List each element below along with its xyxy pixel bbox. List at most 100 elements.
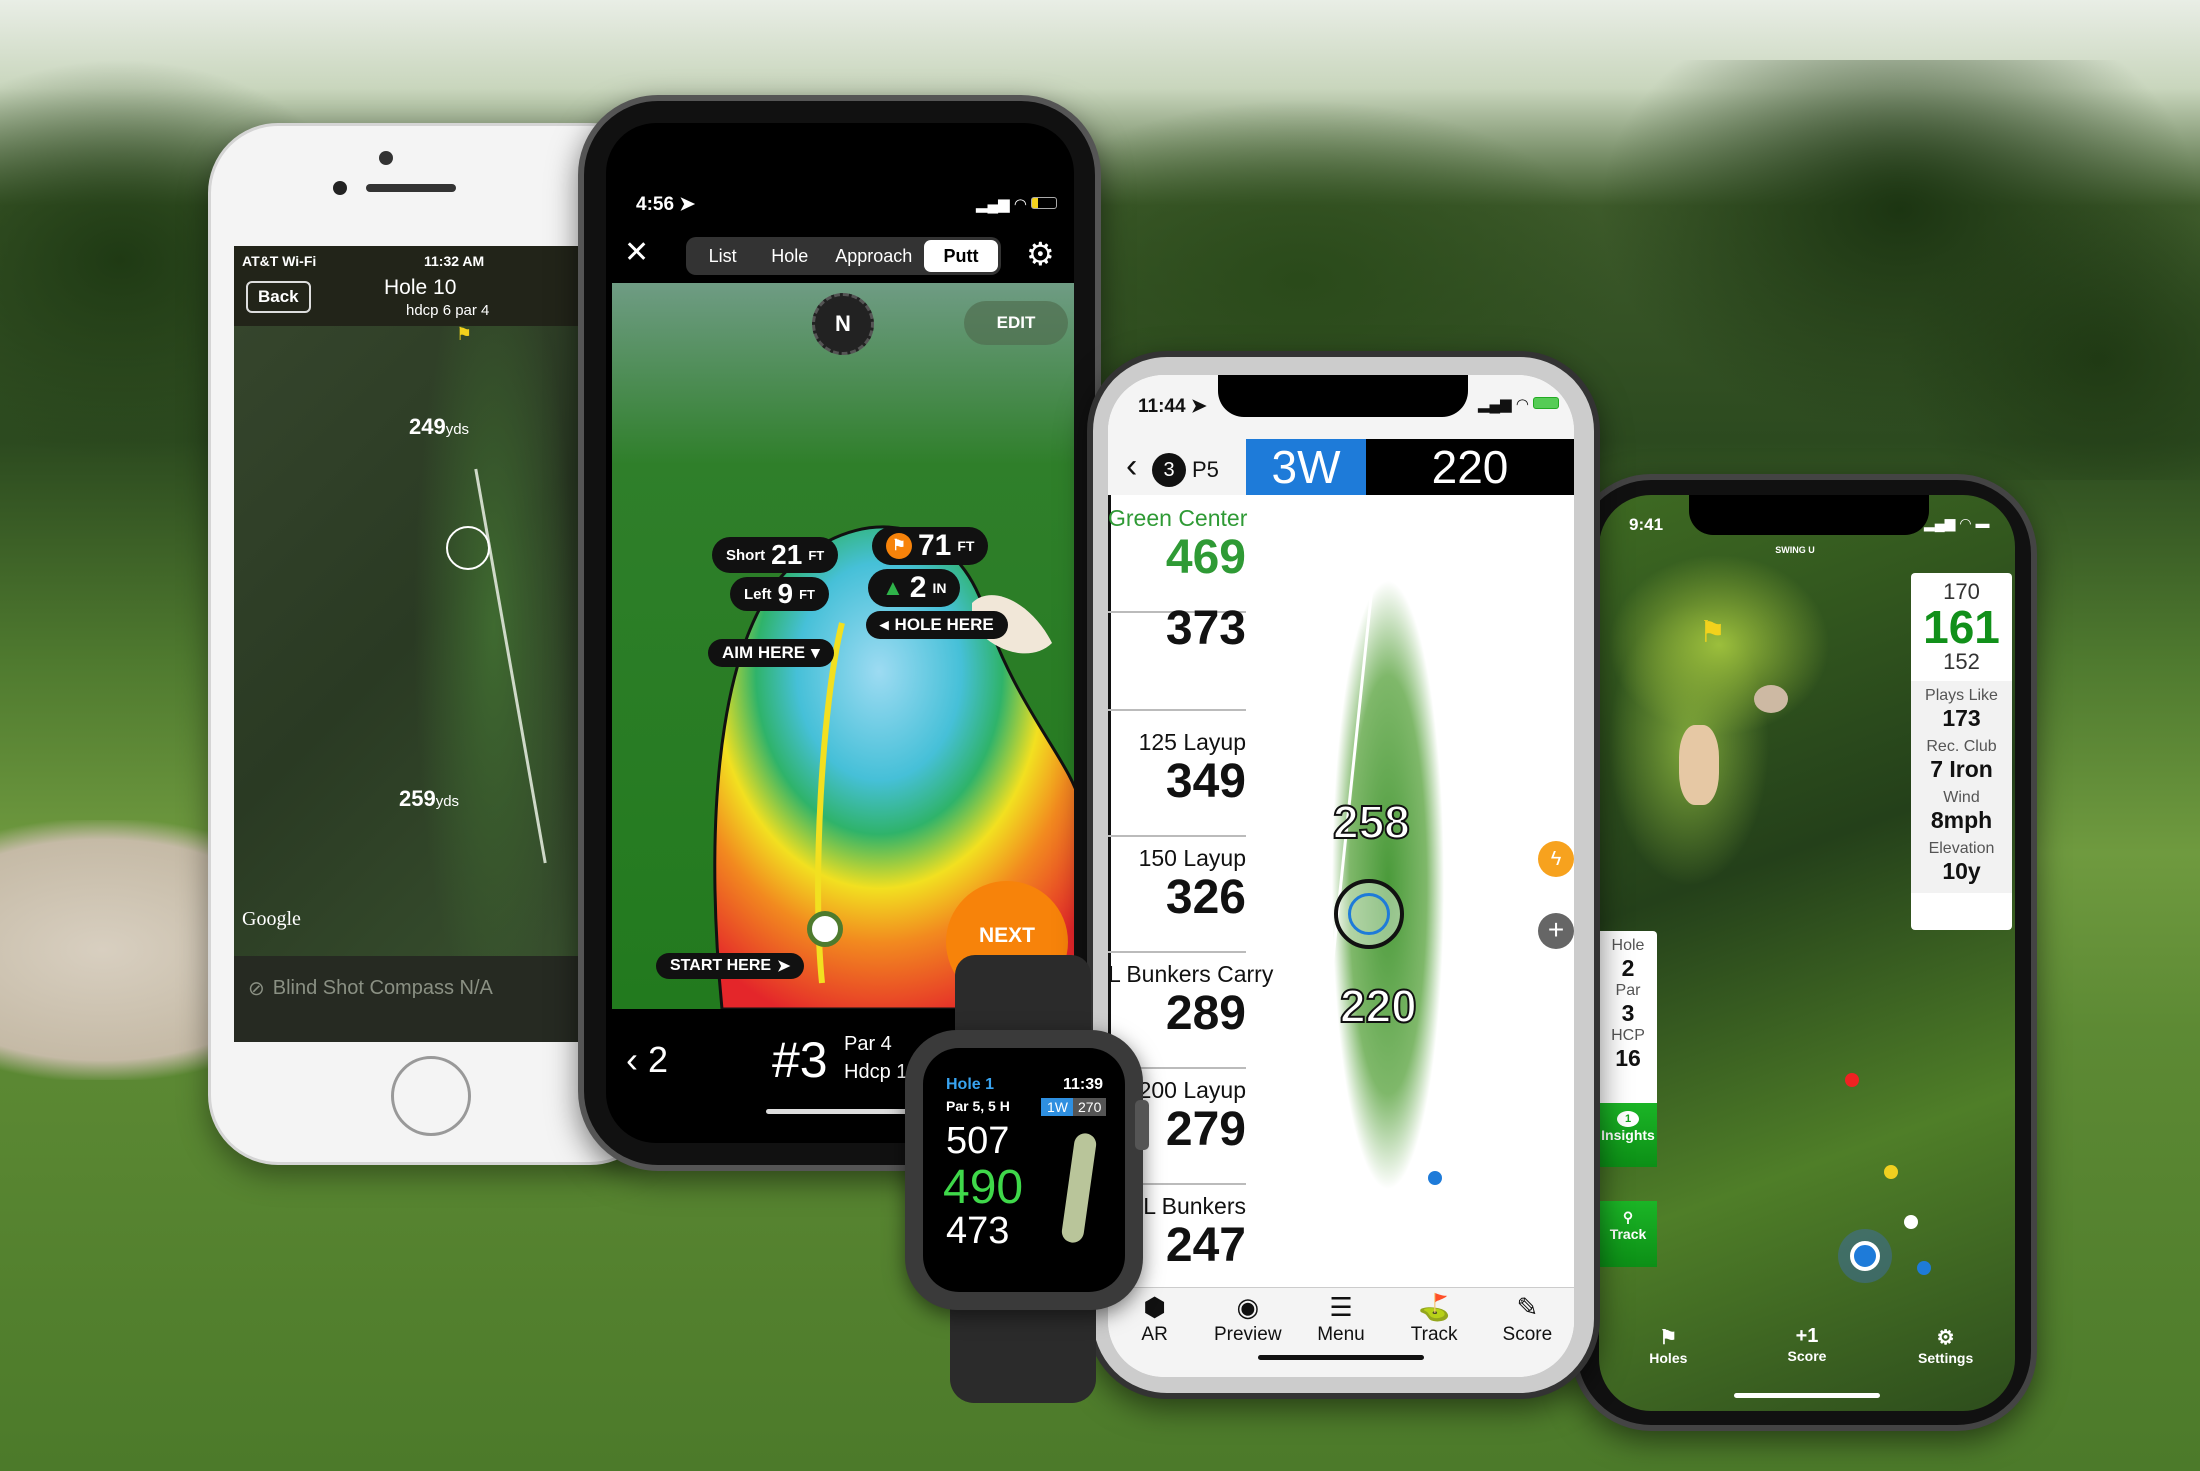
close-icon[interactable]: ✕ [624, 235, 649, 270]
distance-value: 373 [1165, 602, 1246, 655]
arrow-left-icon: ◂ [880, 615, 889, 634]
lightning-icon[interactable]: ϟ [1538, 841, 1574, 877]
bottom-tab-bar: ⬢ AR ◉ Preview ☰ Menu ⛳ Track ✎ Score [1108, 1287, 1574, 1377]
tab-score[interactable]: ✎ Score [1481, 1292, 1573, 1377]
center-distance: 161 [1923, 601, 2000, 653]
hole-title: Hole 10 [384, 276, 457, 299]
cube-icon: ⬢ [1143, 1292, 1166, 1322]
prev-hole-button[interactable]: ‹ 2 [626, 1039, 668, 1081]
map-distance-label: 220 [1339, 979, 1418, 1033]
wind-value: 8mph [1930, 807, 1993, 833]
watch-hole: Hole 1 [946, 1076, 995, 1093]
tab-list[interactable]: List [689, 246, 756, 267]
unit: FT [799, 586, 815, 602]
unit: IN [932, 580, 947, 596]
putt-green-map[interactable]: N EDIT ⚑ 71 FT ▲ 2 IN Short 21 FT Left 9 FT ◂ HOL… [612, 283, 1074, 1009]
hcp-value: 16 [1615, 1045, 1641, 1071]
compass-icon: ⊘ [248, 978, 265, 1000]
edit-button[interactable]: EDIT [964, 301, 1068, 345]
tab-track[interactable]: ⛳ Track [1388, 1292, 1480, 1377]
tab-putt[interactable]: Putt [924, 240, 998, 272]
unit: yds [435, 793, 460, 810]
bunker [1679, 725, 1719, 805]
watch-hole-map [1060, 1132, 1098, 1244]
tab-approach[interactable]: Approach [823, 246, 924, 267]
yellow-marker-icon[interactable] [1884, 1165, 1898, 1179]
short-label: Short [726, 546, 766, 564]
flag-icon: ⚑ [456, 324, 473, 344]
nav-score[interactable]: +1 Score [1757, 1325, 1857, 1366]
elevation-value: 10y [1942, 858, 1981, 884]
status-icons: ▂▄▆ ◠ [976, 195, 1058, 213]
tab-label: Score [1502, 1324, 1553, 1345]
short-value: 21 [771, 539, 803, 570]
tab-label: AR [1141, 1324, 1168, 1345]
player-location-icon [1850, 1241, 1880, 1271]
tab-menu[interactable]: ☰ Menu [1295, 1292, 1387, 1377]
distance-row[interactable]: Green Center 469 [1108, 497, 1247, 613]
distance-row[interactable]: 150 Layup 326 [1108, 837, 1246, 953]
target-ring[interactable] [1334, 879, 1404, 949]
hole-number: #3 [772, 1032, 828, 1088]
distance-value: 349 [1165, 755, 1246, 808]
nav-settings[interactable]: ⚙ Settings [1896, 1325, 1996, 1366]
white-marker-icon[interactable] [1904, 1215, 1918, 1229]
tab-hole[interactable]: Hole [756, 246, 823, 267]
tab-preview[interactable]: ◉ Preview [1202, 1292, 1294, 1377]
target-crosshair[interactable] [446, 526, 490, 570]
watch-par: Par 5, 5 H [946, 1098, 1010, 1114]
track-button[interactable]: ⚲ Track [1599, 1201, 1657, 1267]
arrow-right-icon: ➤ [777, 958, 791, 975]
club-distance: 220 [1366, 439, 1574, 495]
notch [1218, 375, 1468, 417]
map-credit: Google [242, 908, 301, 930]
distance-panel: 170 161 152 Plays Like 173 Rec. Club 7 I… [1911, 573, 2012, 930]
prev-hole-number: 2 [648, 1039, 669, 1080]
hole-value: 2 [1621, 955, 1635, 981]
back-chevron[interactable]: ‹ [1126, 447, 1137, 486]
gear-icon[interactable]: ⚙ [1026, 235, 1055, 273]
tab-ar[interactable]: ⬢ AR [1109, 1292, 1201, 1377]
player-location-icon [1426, 1169, 1444, 1187]
left-label: Left [744, 585, 772, 603]
swing-u-logo: SWING U [1775, 545, 1815, 555]
flag-icon: ⚑ [886, 533, 912, 559]
carrier: AT&T Wi-Fi [242, 253, 317, 269]
home-button[interactable] [391, 1056, 471, 1136]
status-time: 9:41 [1629, 515, 1664, 534]
distance-label: 150 Layup [1138, 845, 1246, 871]
satellite-map[interactable] [234, 326, 579, 956]
club-selector[interactable]: 3W [1246, 439, 1366, 495]
digital-crown[interactable] [1135, 1100, 1149, 1150]
hole-badge[interactable]: 3 [1152, 453, 1186, 487]
pin-flag-icon: ⚑ [1699, 616, 1726, 649]
mode-tabs: List Hole Approach Putt [686, 237, 1001, 275]
blue-marker-icon[interactable] [1917, 1261, 1931, 1275]
add-icon[interactable]: + [1538, 913, 1574, 949]
watch-band-bottom [950, 1300, 1096, 1403]
distance-value: 289 [1165, 987, 1246, 1040]
distance-value: 469 [1165, 531, 1246, 584]
left-screen: AT&T Wi-Fi 11:32 AM Back Hole 10 hdcp 6 … [234, 246, 579, 1042]
bunker [1754, 685, 1788, 713]
nav-holes[interactable]: ⚑ Holes [1618, 1325, 1718, 1366]
home-indicator [1258, 1355, 1424, 1360]
distance-value: 326 [1165, 871, 1246, 924]
unit: yds [445, 421, 470, 438]
course-map[interactable]: 9:41 ▂▄▆ ◠ ▬ SWING U ⚑ 170 161 152 Plays… [1599, 495, 2015, 1411]
arrow-down-icon: ▾ [811, 643, 820, 662]
distance-row[interactable]: 373 [1108, 603, 1246, 711]
status-time: 11:44 [1138, 396, 1186, 417]
left-value: 9 [777, 578, 794, 609]
insights-label: Insights [1601, 1127, 1655, 1143]
blind-shot-compass: Blind Shot Compass N/A [272, 977, 493, 999]
insights-button[interactable]: 1 Insights [1599, 1103, 1657, 1167]
red-marker-icon[interactable] [1845, 1073, 1859, 1087]
flag-icon: ⚑ [1659, 1327, 1678, 1349]
compass-n[interactable]: N [812, 293, 874, 355]
back-button[interactable]: Back [246, 281, 311, 313]
slope-up-icon: ▲ [882, 575, 904, 600]
elevation-label: Elevation [1928, 840, 1995, 857]
watch-club: 1W [1041, 1098, 1074, 1116]
distance-row[interactable]: 125 Layup 349 [1108, 721, 1246, 837]
